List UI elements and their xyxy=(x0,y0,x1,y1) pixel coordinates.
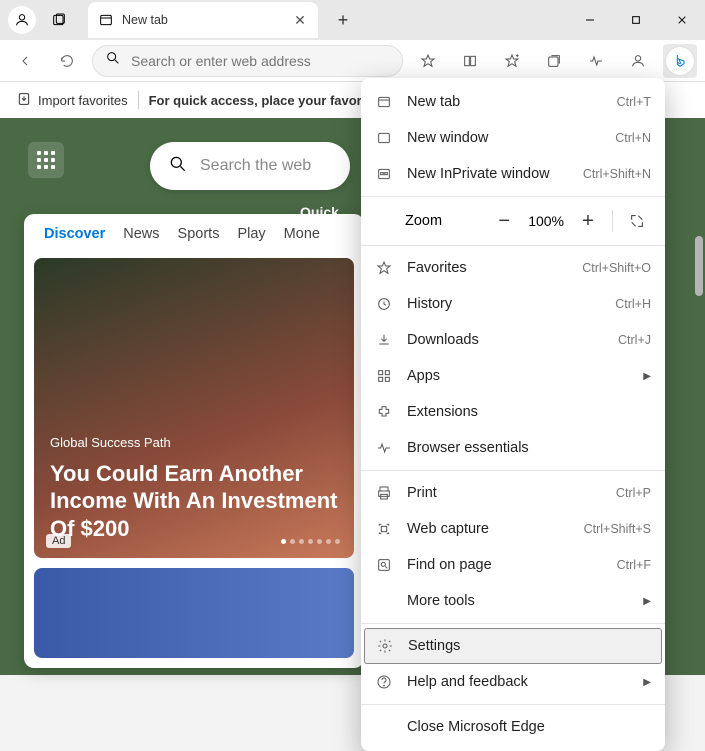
search-icon xyxy=(105,50,121,71)
menu-new-inprivate[interactable]: New InPrivate window Ctrl+Shift+N xyxy=(361,156,665,192)
zoom-out-button[interactable]: − xyxy=(490,207,518,235)
chevron-right-icon: ▶ xyxy=(643,596,651,607)
feed-tab-money[interactable]: Mone xyxy=(284,226,320,242)
address-bar[interactable] xyxy=(92,45,403,77)
menu-downloads[interactable]: Downloads Ctrl+J xyxy=(361,322,665,358)
browser-tab[interactable]: New tab ✕ xyxy=(88,2,318,38)
tab-favicon-icon xyxy=(98,12,114,28)
favorites-hint: For quick access, place your favorites xyxy=(149,93,385,108)
titlebar: New tab ✕ + xyxy=(0,0,705,40)
menu-divider xyxy=(361,623,665,624)
feed-tab-news[interactable]: News xyxy=(123,226,159,242)
menu-extensions[interactable]: Extensions xyxy=(361,394,665,430)
menu-divider xyxy=(361,704,665,705)
print-icon xyxy=(375,484,393,502)
menu-settings[interactable]: Settings xyxy=(364,628,662,664)
toolbar xyxy=(0,40,705,82)
bing-sidebar-button[interactable] xyxy=(665,46,695,76)
star-icon xyxy=(375,259,393,277)
import-favorites-label: Import favorites xyxy=(38,93,128,108)
favorite-star-button[interactable] xyxy=(411,44,445,78)
feed-tabs: Discover News Sports Play Mone xyxy=(24,226,364,252)
feed-panel: Discover News Sports Play Mone Global Su… xyxy=(24,214,364,668)
tab-title: New tab xyxy=(122,13,284,27)
menu-close-edge[interactable]: Close Microsoft Edge xyxy=(361,709,665,745)
feed-card-2[interactable] xyxy=(34,568,354,658)
extensions-icon xyxy=(375,403,393,421)
zoom-in-button[interactable]: + xyxy=(574,207,602,235)
chevron-right-icon: ▶ xyxy=(643,677,651,688)
split-screen-button[interactable] xyxy=(453,44,487,78)
menu-divider xyxy=(361,196,665,197)
feed-tab-sports[interactable]: Sports xyxy=(178,226,220,242)
zoom-value: 100% xyxy=(528,213,564,229)
history-icon xyxy=(375,295,393,313)
card-headline: You Could Earn Another Income With An In… xyxy=(50,460,338,543)
web-search-placeholder: Search the web xyxy=(200,157,311,175)
divider xyxy=(138,91,139,109)
menu-divider xyxy=(361,245,665,246)
feed-card[interactable]: Global Success Path You Could Earn Anoth… xyxy=(34,258,354,558)
minimize-button[interactable] xyxy=(567,4,613,36)
carousel-dots[interactable] xyxy=(281,539,340,544)
titlebar-left: New tab ✕ + xyxy=(0,2,358,38)
menu-zoom: Zoom − 100% + xyxy=(361,201,665,241)
menu-web-capture[interactable]: Web capture Ctrl+Shift+S xyxy=(361,511,665,547)
card-source: Global Success Path xyxy=(50,435,338,450)
scrollbar-thumb[interactable] xyxy=(695,236,703,296)
ad-badge: Ad xyxy=(46,534,71,548)
inprivate-icon xyxy=(375,165,393,183)
help-icon xyxy=(375,673,393,691)
heart-pulse-icon xyxy=(375,439,393,457)
new-window-icon xyxy=(375,129,393,147)
menu-new-window[interactable]: New window Ctrl+N xyxy=(361,120,665,156)
menu-help[interactable]: Help and feedback ▶ xyxy=(361,664,665,700)
menu-apps[interactable]: Apps ▶ xyxy=(361,358,665,394)
window-controls xyxy=(567,4,705,36)
favorites-button[interactable] xyxy=(495,44,529,78)
tab-close-button[interactable]: ✕ xyxy=(292,12,308,28)
gear-icon xyxy=(376,637,394,655)
import-icon xyxy=(16,91,32,110)
search-icon xyxy=(168,154,188,179)
maximize-button[interactable] xyxy=(613,4,659,36)
settings-menu: New tab Ctrl+T New window Ctrl+N New InP… xyxy=(361,78,665,751)
account-button[interactable] xyxy=(621,44,655,78)
find-icon xyxy=(375,556,393,574)
web-search-box[interactable]: Search the web xyxy=(150,142,350,190)
menu-favorites[interactable]: Favorites Ctrl+Shift+O xyxy=(361,250,665,286)
back-button[interactable] xyxy=(8,44,42,78)
apps-icon xyxy=(375,367,393,385)
new-tab-icon xyxy=(375,93,393,111)
menu-divider xyxy=(361,470,665,471)
menu-new-tab[interactable]: New tab Ctrl+T xyxy=(361,84,665,120)
capture-icon xyxy=(375,520,393,538)
new-tab-button[interactable]: + xyxy=(328,5,358,35)
fullscreen-button[interactable] xyxy=(623,207,651,235)
import-favorites-button[interactable]: Import favorites xyxy=(16,91,128,110)
chevron-right-icon: ▶ xyxy=(643,371,651,382)
refresh-button[interactable] xyxy=(50,44,84,78)
menu-more-tools[interactable]: More tools ▶ xyxy=(361,583,665,619)
profile-button[interactable] xyxy=(8,6,36,34)
essentials-button[interactable] xyxy=(579,44,613,78)
address-input[interactable] xyxy=(131,53,390,69)
collections-button[interactable] xyxy=(537,44,571,78)
menu-history[interactable]: History Ctrl+H xyxy=(361,286,665,322)
menu-find[interactable]: Find on page Ctrl+F xyxy=(361,547,665,583)
menu-essentials[interactable]: Browser essentials xyxy=(361,430,665,466)
menu-print[interactable]: Print Ctrl+P xyxy=(361,475,665,511)
apps-grid-button[interactable] xyxy=(28,142,64,178)
feed-tab-discover[interactable]: Discover xyxy=(44,226,105,242)
tab-actions-button[interactable] xyxy=(42,3,76,37)
feed-tab-play[interactable]: Play xyxy=(237,226,265,242)
close-window-button[interactable] xyxy=(659,4,705,36)
download-icon xyxy=(375,331,393,349)
